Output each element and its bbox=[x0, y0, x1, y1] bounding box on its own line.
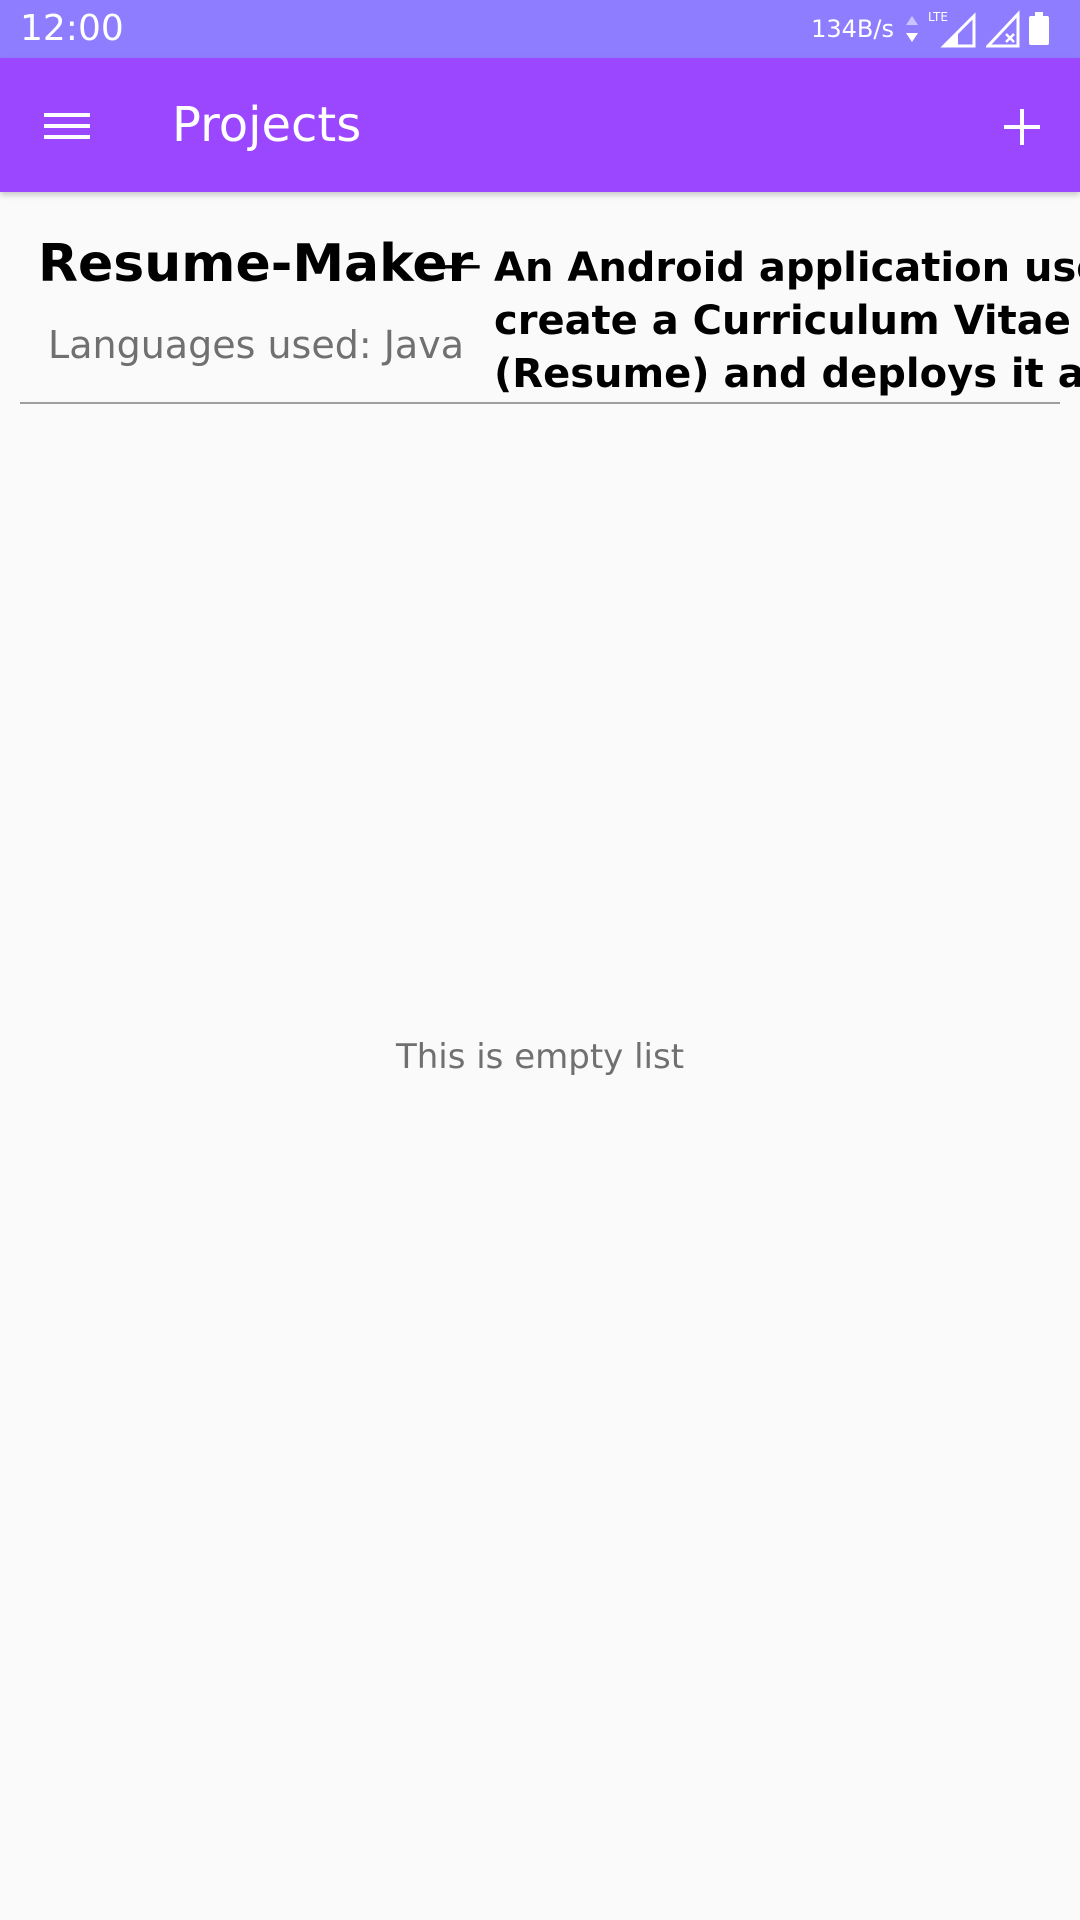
data-transfer-icon bbox=[904, 14, 920, 44]
status-time: 12:00 bbox=[20, 8, 124, 49]
add-project-button[interactable] bbox=[982, 91, 1062, 161]
hamburger-menu-icon bbox=[26, 91, 108, 161]
page-title: Projects bbox=[172, 97, 362, 153]
project-name: Resume-Maker bbox=[38, 234, 474, 294]
plus-icon bbox=[982, 91, 1062, 161]
lte-label: LTE bbox=[928, 10, 948, 24]
project-languages: Languages used: Java bbox=[48, 323, 464, 367]
no-signal-icon bbox=[986, 10, 1020, 48]
battery-icon bbox=[1028, 12, 1050, 46]
empty-list-message: This is empty list bbox=[395, 1037, 685, 1077]
network-speed: 134B/s bbox=[811, 15, 894, 43]
menu-button[interactable] bbox=[26, 91, 108, 161]
status-bar: 12:00 134B/s LTE bbox=[0, 0, 1080, 58]
lte-signal-icon: LTE bbox=[928, 10, 978, 48]
status-icons: 134B/s LTE bbox=[811, 10, 1050, 48]
project-description: An Android application used to create a … bbox=[494, 245, 1080, 397]
list-divider bbox=[20, 402, 1060, 404]
app-bar: Projects bbox=[0, 58, 1080, 192]
project-separator: — bbox=[434, 236, 482, 292]
project-list-item[interactable]: Resume-Maker — Languages used: Java An A… bbox=[0, 192, 1080, 404]
